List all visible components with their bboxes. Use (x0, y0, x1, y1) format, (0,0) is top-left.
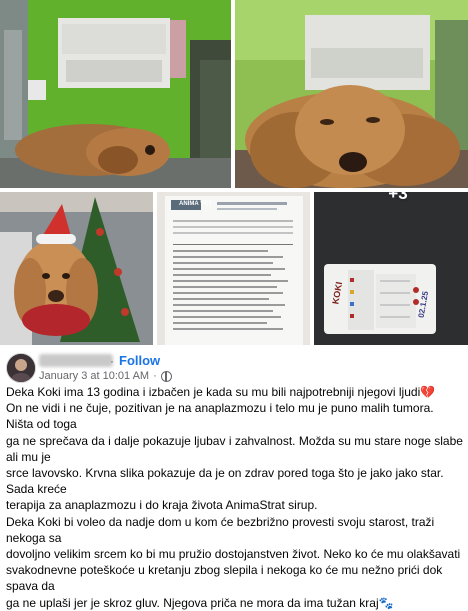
avatar[interactable] (6, 353, 36, 383)
post-body: Deka Koki ima 13 godina i izbačen je kad… (6, 384, 464, 611)
separator-dot: · (110, 354, 114, 368)
post-line: terapija za anaplazmozu i do kraja život… (6, 498, 318, 513)
post-line: svakodnevne poteškoće u kretanju zbog sl… (6, 563, 443, 594)
post-line: srce lavovsko. Krvna slika pokazuje da j… (6, 466, 444, 497)
post-timestamp[interactable]: January 3 at 10:01 AM (39, 370, 149, 382)
more-photos-overlay[interactable]: +3 (314, 192, 468, 345)
post-line: On ne vidi i ne čuje, pozitivan je na an… (6, 401, 434, 432)
photo-dog-clinic-wide[interactable] (0, 0, 231, 188)
post-line: Deka Koki ima 13 godina i izbačen je kad… (6, 385, 436, 399)
post-meta: January 3 at 10:01 AM · (39, 370, 172, 382)
post-line: ga ne sprečava da i dalje pokazuje ljuba… (6, 433, 463, 464)
photo-dog-christmas[interactable] (0, 192, 153, 345)
follow-button[interactable]: Follow (119, 353, 160, 368)
post-line: ga ne uplaši jer je skroz gluv. Njegova … (6, 595, 394, 610)
globe-icon[interactable] (160, 370, 172, 382)
post-header: · Follow January 3 at 10:01 AM · (6, 353, 462, 385)
form-header: ANIMA VET (179, 201, 212, 207)
photo-dog-closeup[interactable] (235, 0, 468, 188)
facebook-post: ANIMA VET KOKI 02.1.25 +3 · Follow Janua… (0, 0, 468, 610)
more-photos-count: +3 (388, 192, 408, 203)
photo-test-kit[interactable]: KOKI 02.1.25 +3 (314, 192, 468, 345)
photo-lab-results[interactable]: ANIMA VET (157, 192, 310, 345)
author-name-blurred[interactable] (39, 354, 113, 367)
post-line: Deka Koki bi voleo da nadje dom u kom će… (6, 514, 435, 545)
photo-grid: ANIMA VET KOKI 02.1.25 +3 (0, 0, 468, 349)
post-line: dovoljno velikim srcem ko bi mu pružio d… (6, 547, 461, 562)
